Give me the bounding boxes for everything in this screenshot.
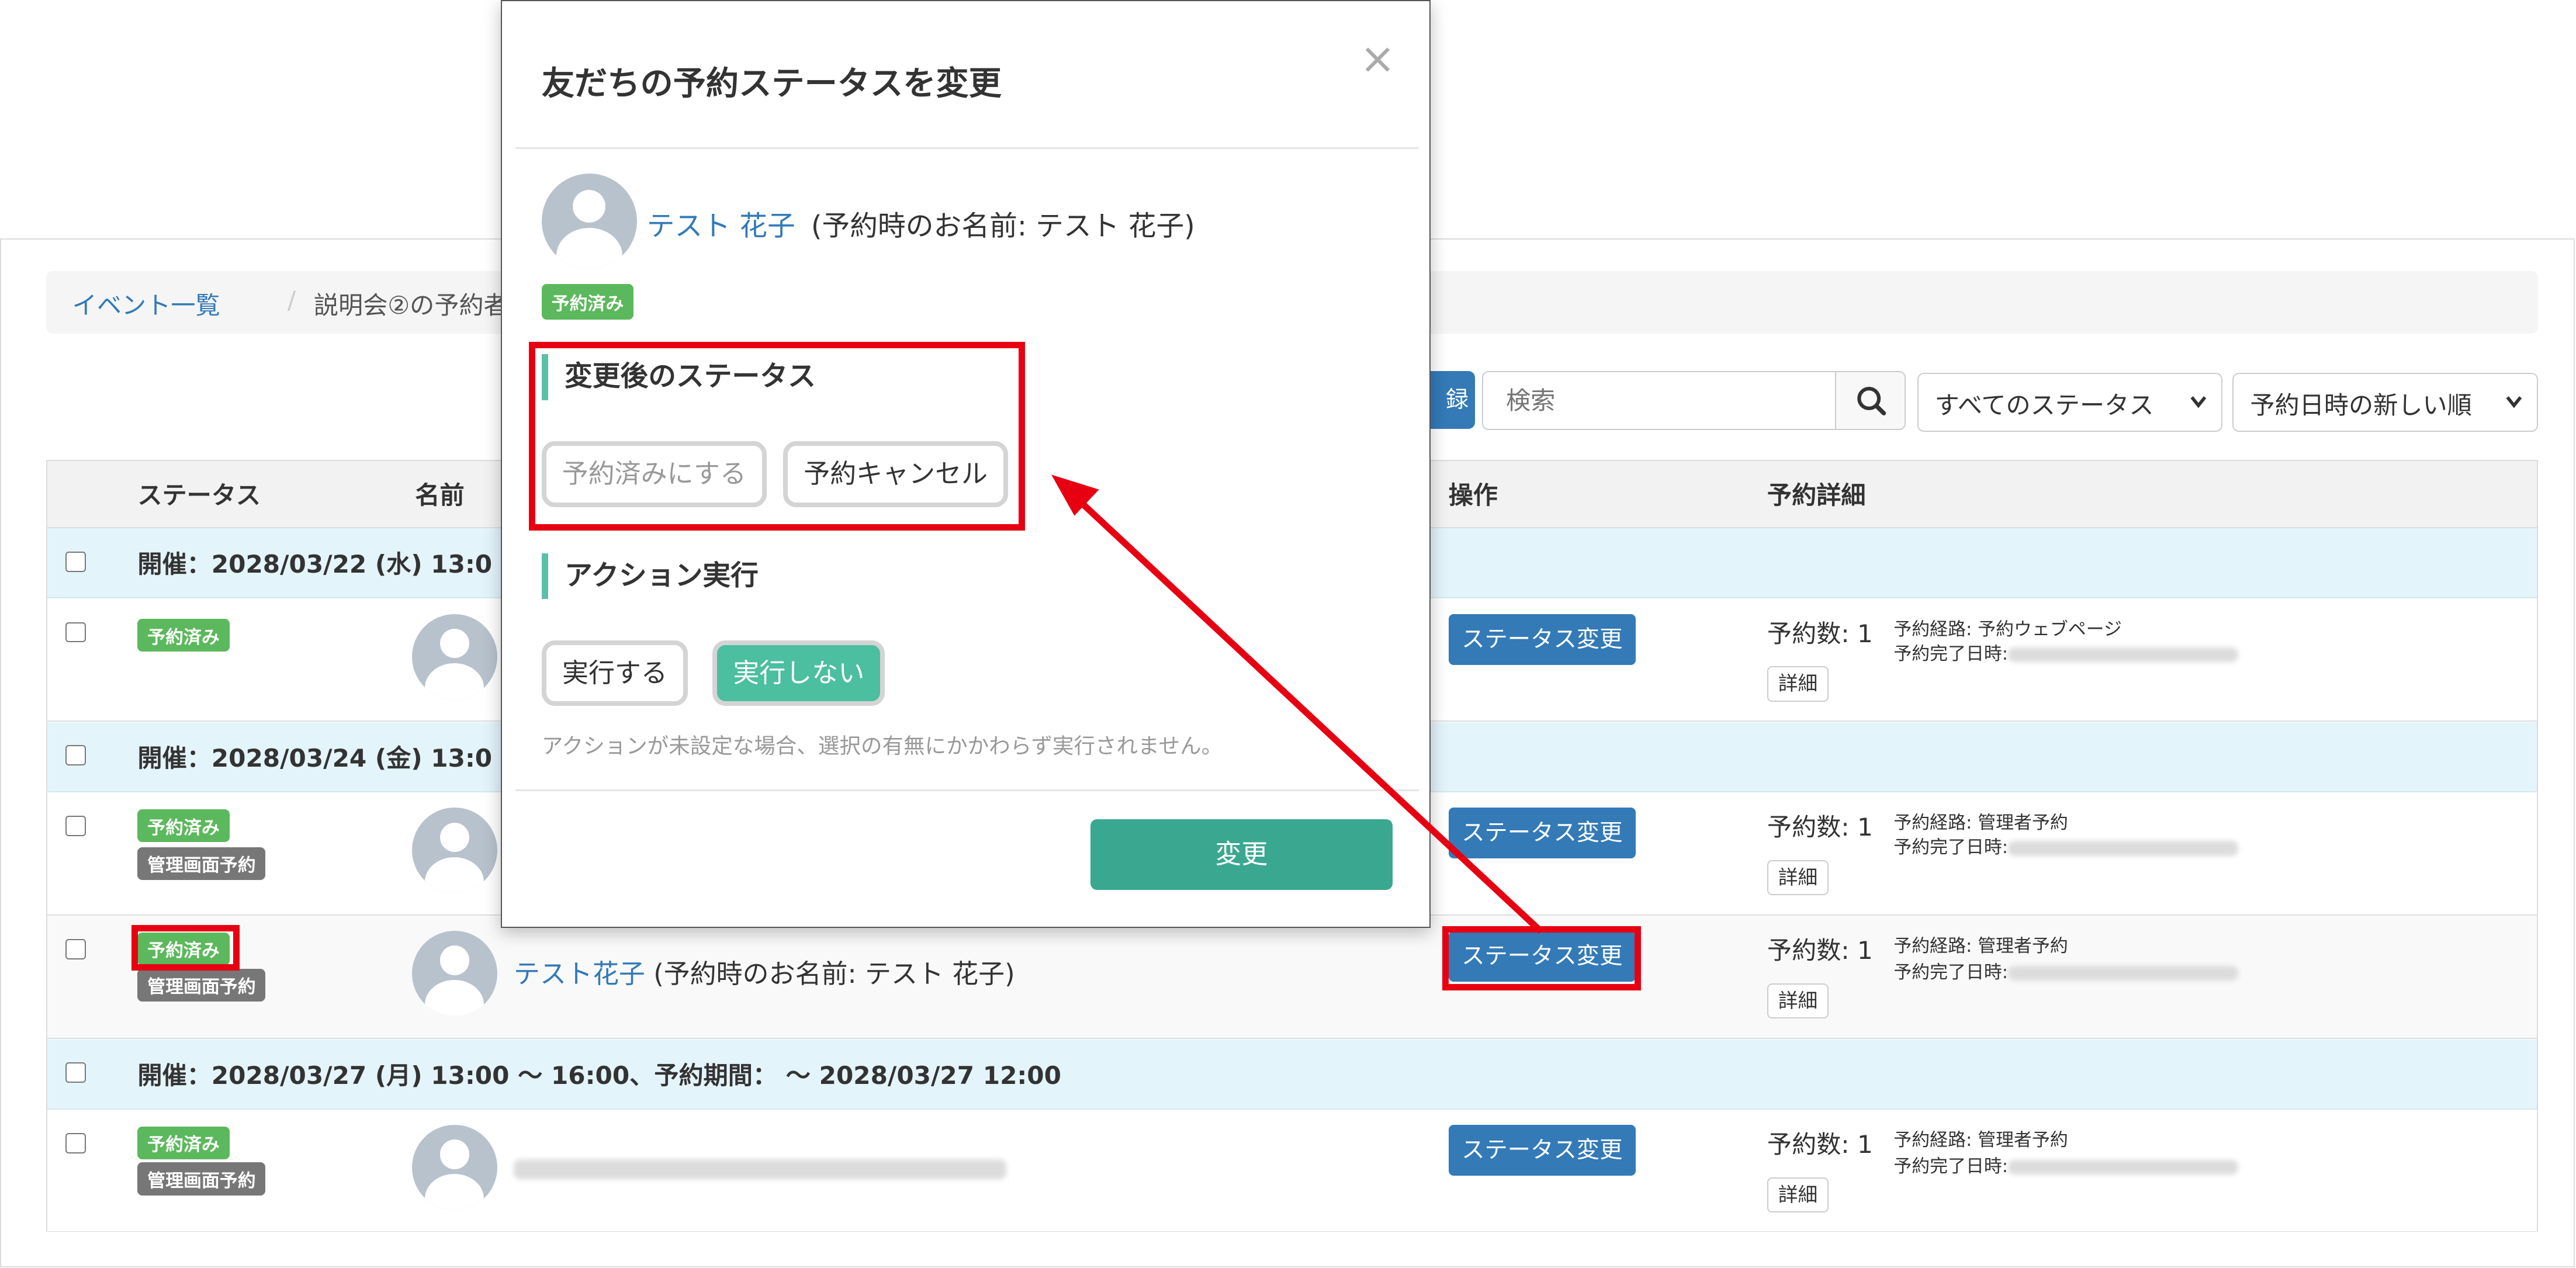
annotation-arrow (1051, 474, 1543, 934)
